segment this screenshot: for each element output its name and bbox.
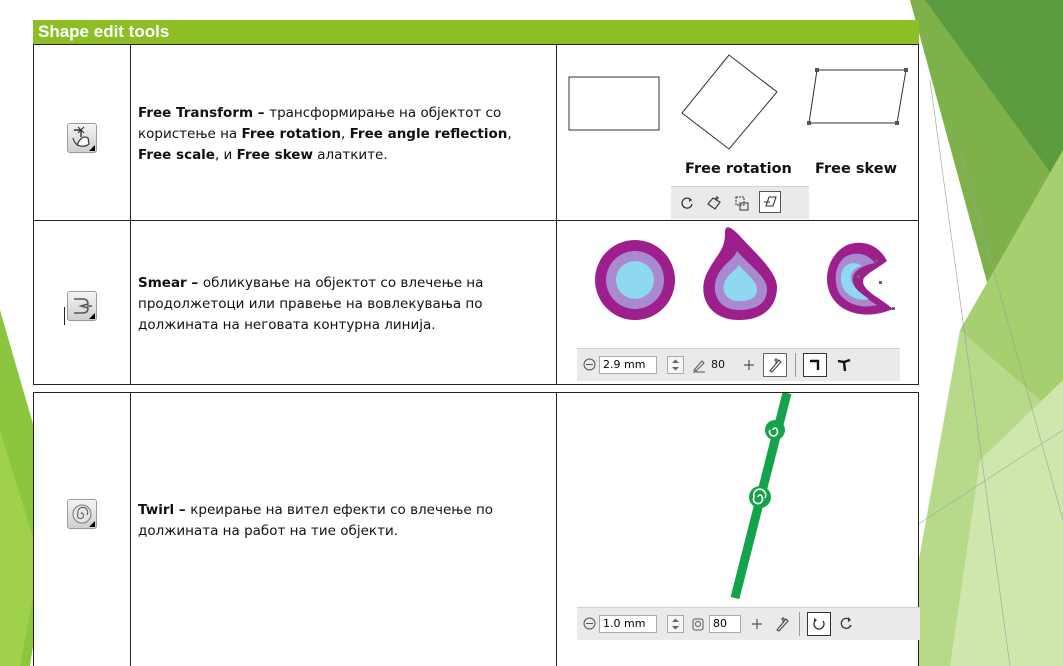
tool-description: Free Transform – трансформирање на објек…	[138, 103, 548, 166]
sep: , и	[214, 147, 237, 163]
sep: ,	[340, 126, 350, 142]
smooth-smear-button[interactable]	[803, 353, 827, 377]
icon-cell	[34, 221, 131, 384]
pen-pressure-icon	[769, 358, 782, 373]
illustration-cell: 2.9 mm 80	[557, 221, 918, 384]
dash: –	[174, 502, 191, 518]
pressure-value[interactable]: 80	[711, 358, 725, 371]
free-rotation-tool-icon[interactable]	[680, 196, 694, 210]
toolbar-divider	[795, 353, 796, 377]
tool-name: Twirl	[138, 502, 175, 518]
free-transform-icon[interactable]	[67, 123, 97, 153]
tool-name: Free Transform	[138, 105, 254, 121]
section-header: Shape edit tools	[33, 20, 919, 44]
table-row-smear: Smear – обликување на објектот со влечењ…	[33, 221, 919, 385]
nib-size-value: 2.9 mm	[603, 358, 646, 371]
pointed-smear-icon[interactable]	[835, 356, 853, 374]
radius-spinner[interactable]	[667, 615, 684, 633]
spinner-arrows-icon	[672, 618, 679, 630]
label-free-rotation: Free rotation	[685, 161, 792, 177]
illustration-cell: Free rotation Free skew	[557, 45, 918, 220]
counterclockwise-icon	[813, 618, 825, 630]
smear-illustration	[595, 227, 895, 320]
clockwise-twirl-icon[interactable]	[839, 616, 855, 632]
free-scale-tool-icon[interactable]	[733, 194, 751, 212]
tool-description: Smear – обликување на објектот со влечењ…	[138, 273, 548, 336]
speed-spinner-icon[interactable]	[751, 618, 763, 630]
smear-toolbar: 2.9 mm 80	[577, 348, 900, 381]
dash: –	[253, 105, 270, 121]
spinner-arrows-icon	[672, 359, 679, 371]
twirl-illustration	[730, 393, 792, 600]
pen-pressure-icon[interactable]	[773, 615, 791, 633]
counterclockwise-twirl-button[interactable]	[807, 612, 831, 636]
speed-field[interactable]: 80	[709, 615, 741, 633]
free-transform-toolbar	[671, 186, 809, 219]
description-cell: Free Transform – трансформирање на објек…	[130, 45, 557, 220]
pressure-spinner-icon[interactable]	[743, 359, 755, 371]
icon-cell	[34, 393, 131, 666]
nib-size-icon	[583, 358, 596, 371]
tool-name: Smear	[138, 275, 187, 291]
desc-text: алатките.	[312, 147, 388, 163]
table-row-free-transform: Free Transform – трансформирање на објек…	[33, 44, 919, 221]
free-skew-tool-icon	[764, 196, 777, 207]
twirl-icon[interactable]	[67, 499, 97, 529]
label-free-skew: Free skew	[815, 161, 897, 177]
tool-description: Twirl – креирање на вител ефекти со влеч…	[138, 500, 548, 542]
sep: ,	[507, 126, 512, 142]
nib-size-spinner[interactable]	[667, 356, 684, 374]
twirl-toolbar: 1.0 mm 80	[577, 607, 920, 640]
nib-size-field[interactable]: 2.9 mm	[599, 356, 657, 374]
table-row-twirl: Twirl – креирање на вител ефекти со влеч…	[33, 392, 920, 666]
description-cell: Smear – обликување на објектот со влечењ…	[130, 221, 557, 384]
term-free-angle-reflection: Free angle reflection	[349, 126, 508, 142]
term-free-skew: Free skew	[236, 147, 313, 163]
radius-field[interactable]: 1.0 mm	[599, 615, 657, 633]
term-free-rotation: Free rotation	[241, 126, 341, 142]
dash: –	[186, 275, 203, 291]
icon-cell	[34, 45, 131, 220]
desc-text: креирање на вител ефекти со влечење по д…	[138, 502, 494, 539]
pressure-icon	[693, 360, 705, 373]
radius-value: 1.0 mm	[603, 617, 646, 630]
speed-value: 80	[713, 617, 727, 630]
smear-icon[interactable]	[67, 291, 97, 321]
text-cursor	[64, 307, 65, 325]
free-skew-tool-button[interactable]	[759, 191, 781, 213]
illustration-cell: 1.0 mm 80	[557, 393, 920, 666]
smooth-smear-icon	[810, 359, 820, 370]
radius-icon	[583, 617, 596, 630]
section-title: Shape edit tools	[38, 22, 170, 41]
description-cell: Twirl – креирање на вител ефекти со влеч…	[130, 393, 557, 666]
term-free-scale: Free scale	[138, 147, 215, 163]
pen-pressure-button[interactable]	[763, 353, 787, 377]
toolbar-divider	[799, 612, 800, 636]
free-angle-reflection-tool-icon[interactable]	[705, 194, 723, 212]
speed-icon	[692, 618, 704, 631]
